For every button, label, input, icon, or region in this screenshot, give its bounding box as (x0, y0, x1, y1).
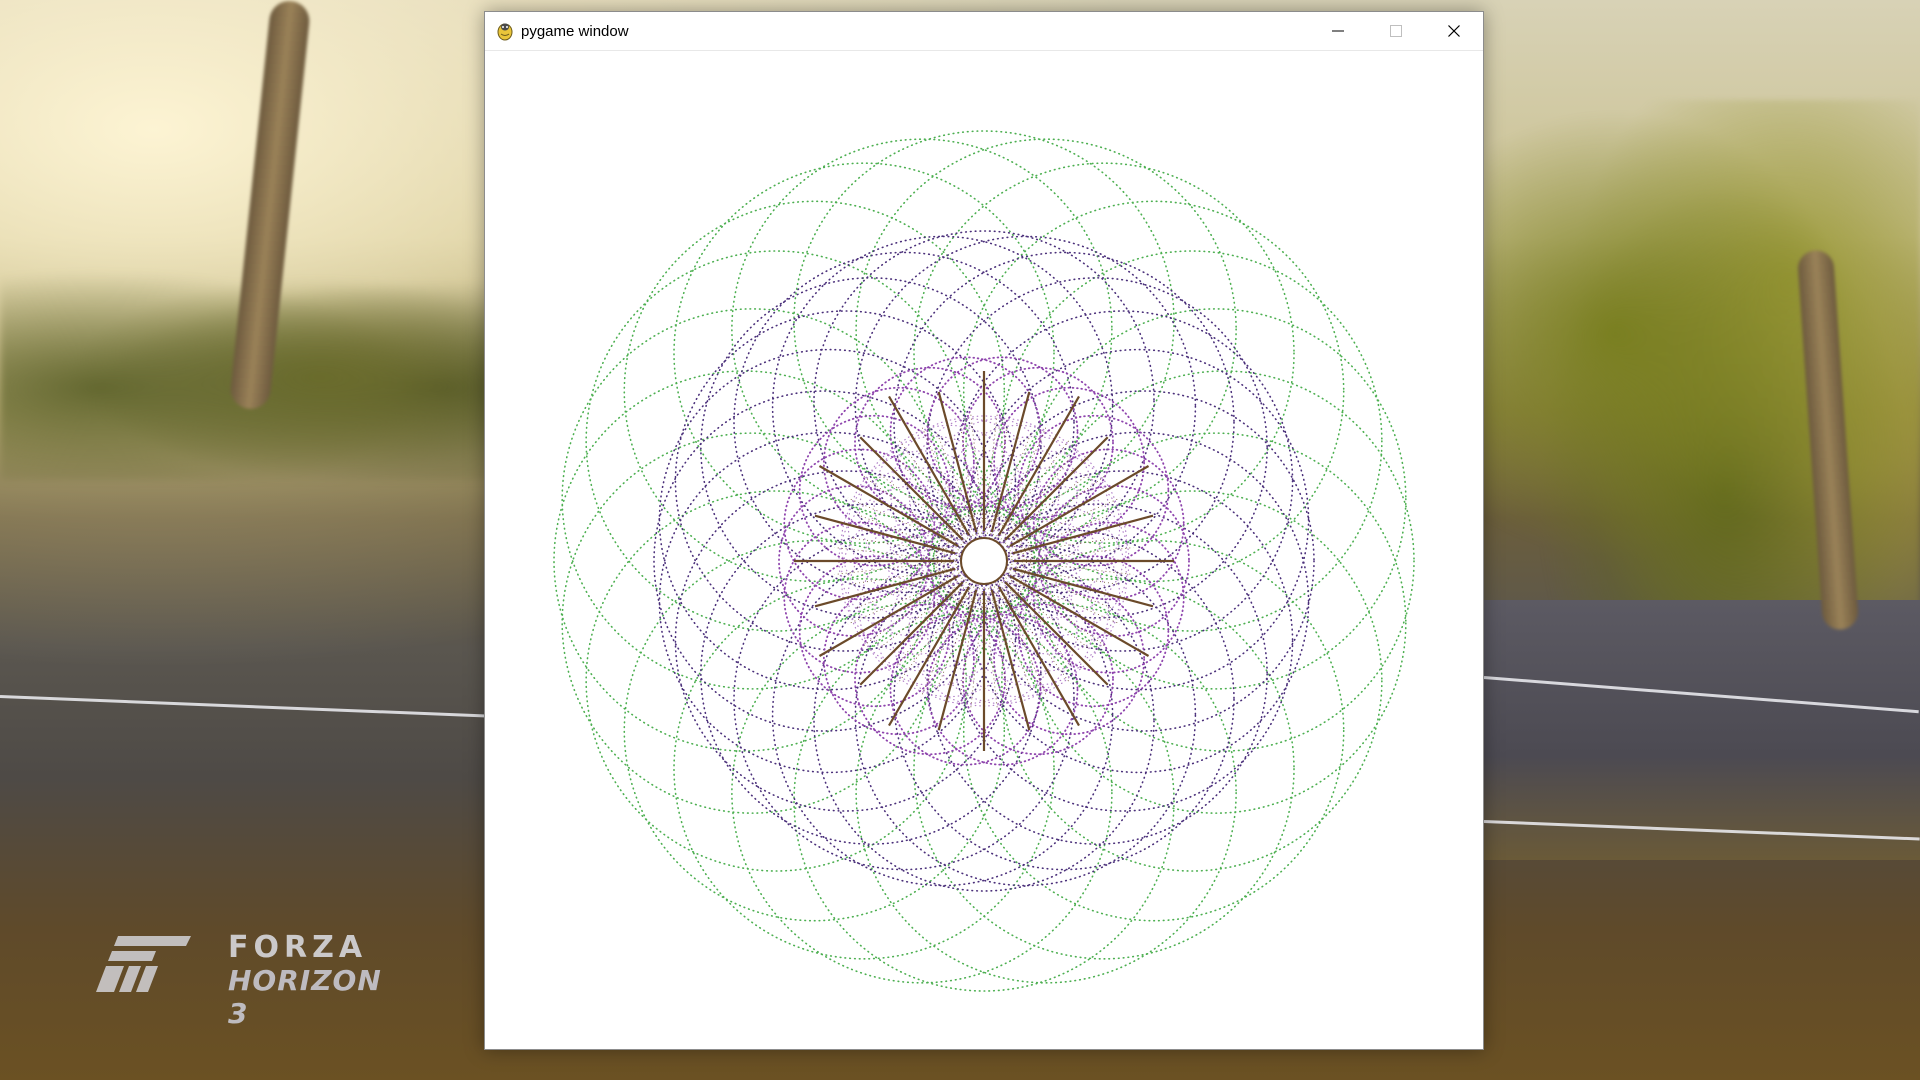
close-icon (1448, 25, 1460, 37)
logo-subtitle: HORIZON 3 (228, 964, 382, 1030)
outer-ring-circle (731, 138, 1113, 520)
inner-loops-circle (1032, 521, 1185, 674)
spoke-ray (983, 590, 998, 711)
spoke-line (814, 514, 956, 555)
wallpaper-road-line (0, 695, 490, 718)
center-hole (960, 537, 1008, 585)
minimize-button[interactable] (1309, 12, 1367, 50)
inner-loops-circle (962, 603, 1114, 756)
forza-mark-icon (96, 936, 191, 992)
spoke-line (937, 391, 978, 533)
window-titlebar[interactable]: pygame window (485, 12, 1483, 51)
logo-title: FORZA (228, 930, 368, 965)
minimize-icon (1332, 30, 1344, 32)
spoke-ray (857, 514, 956, 554)
forza-horizon-logo: FORZA HORIZON 3 (96, 930, 406, 1030)
window-title: pygame window (521, 22, 629, 40)
maximize-icon (1390, 25, 1402, 37)
maximize-button[interactable] (1367, 12, 1425, 50)
wallpaper-road (1484, 600, 1920, 860)
inner-loops-circle (993, 386, 1146, 539)
pygame-window[interactable]: pygame window (484, 11, 1484, 1050)
spirograph-drawing (553, 130, 1415, 992)
pygame-snake-icon (497, 23, 513, 41)
window-controls (1309, 12, 1483, 50)
pygame-canvas[interactable] (485, 51, 1483, 1049)
wallpaper-trees-right (1484, 100, 1920, 620)
outer-ring-circle (1025, 308, 1407, 690)
close-button[interactable] (1425, 12, 1483, 50)
inner-loops-circle (854, 603, 1006, 756)
spoke-line (990, 391, 1031, 533)
